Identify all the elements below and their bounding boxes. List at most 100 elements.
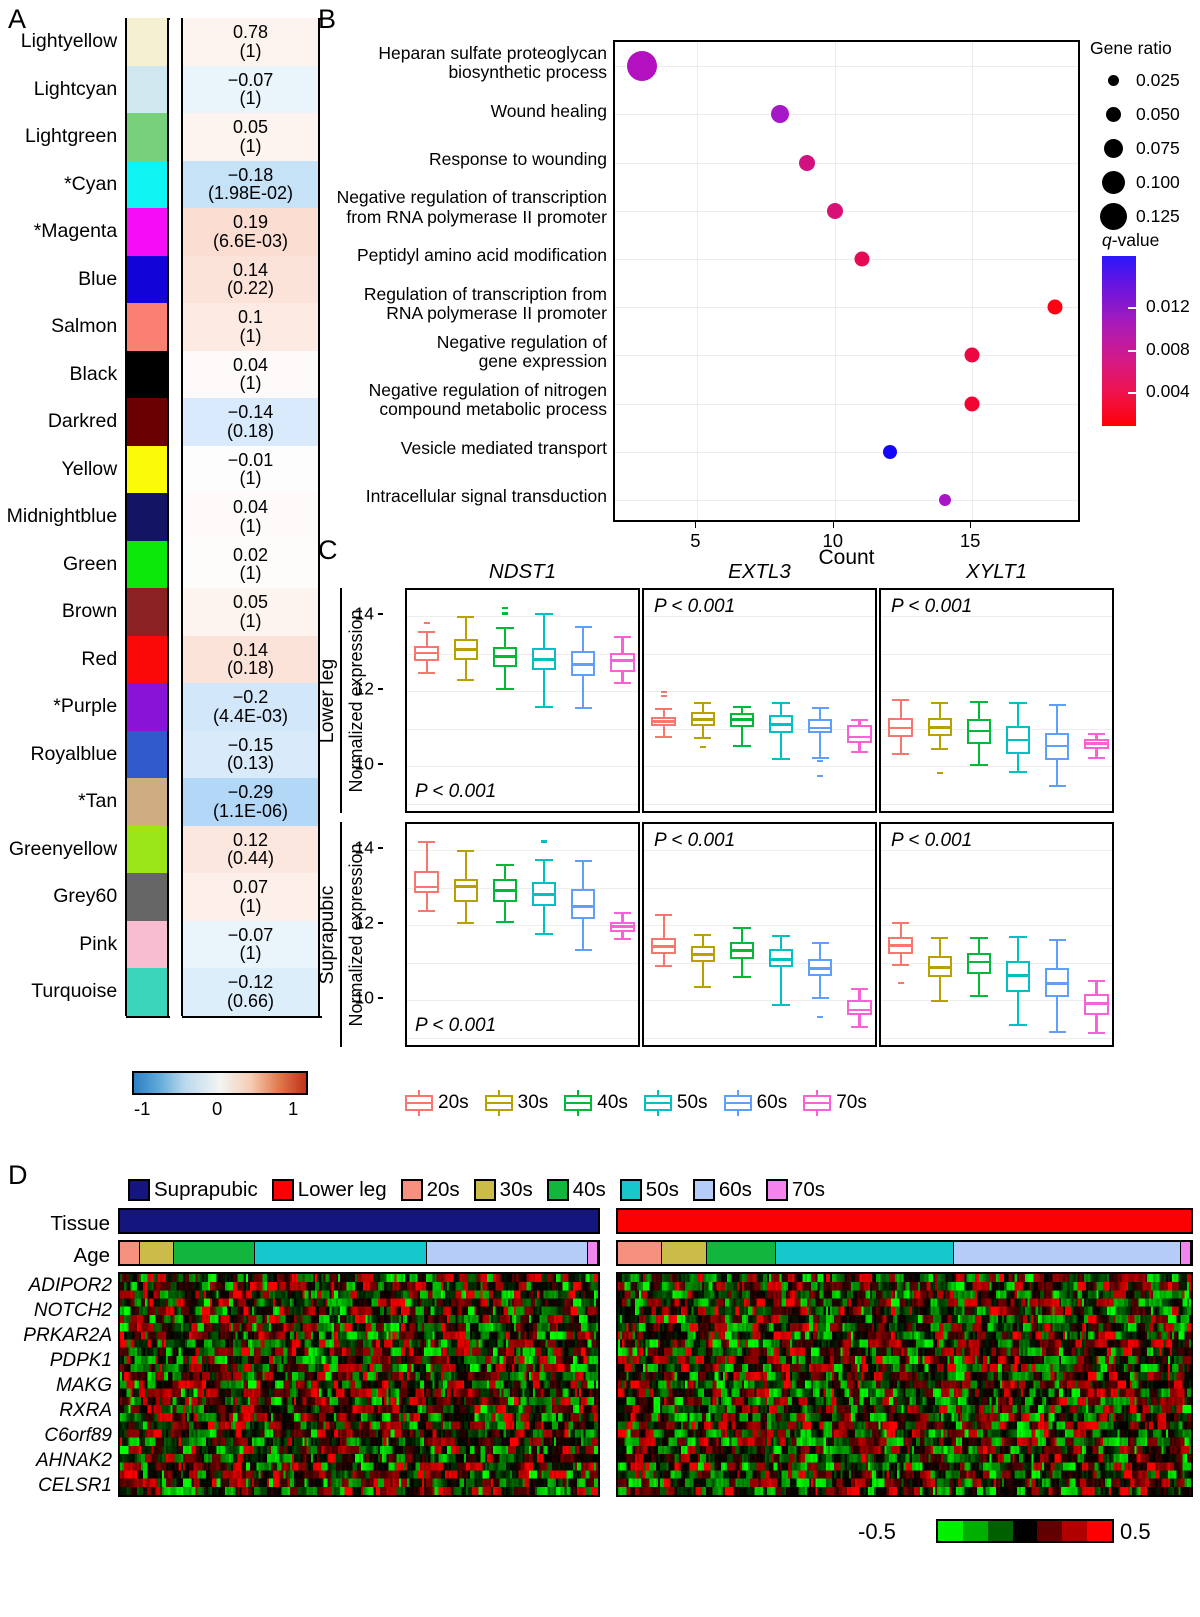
panel-a-row: *Purple −0.2 (4.4E-03) (0, 683, 321, 731)
scale-segment (1062, 1521, 1088, 1541)
go-term-dot[interactable] (770, 105, 789, 124)
legend-swatch (128, 1179, 150, 1201)
boxplot-group[interactable] (407, 590, 638, 811)
age-legend-item[interactable]: 50s (643, 1090, 708, 1116)
go-term-dot[interactable] (938, 493, 951, 506)
gene-ratio-legend-item: 0.125 (1090, 199, 1200, 233)
y-axis-line (340, 822, 342, 1047)
gene-row-label: PDPK1 (49, 1350, 112, 1371)
grid-line-horizontal (615, 114, 1078, 116)
go-term-dot[interactable] (964, 347, 980, 363)
whisker-cap-bottom (850, 1025, 869, 1028)
panel-a-row: *Cyan −0.18 (1.98E-02) (0, 160, 321, 208)
y-tick-mark (378, 613, 383, 616)
qvalue-legend-title: q-value (1102, 230, 1160, 250)
panel-b-plot-area (613, 40, 1080, 522)
age-legend-item[interactable]: 30s (484, 1090, 549, 1116)
p-value: (1) (239, 895, 262, 916)
age-legend-item[interactable]: 60s (723, 1090, 788, 1116)
p-value: (6.6E-03) (212, 230, 288, 251)
boxplot-group[interactable] (644, 590, 875, 811)
go-term-label: Response to wounding (428, 148, 607, 169)
gene-title: XYLT1 (965, 560, 1028, 583)
age-legend-label: 70s (836, 1092, 867, 1113)
go-term-dot[interactable] (1047, 299, 1063, 315)
legend-dot-wrap (1090, 106, 1136, 122)
whisker-cap-bottom (850, 751, 869, 754)
grid-line-vertical (834, 42, 836, 520)
go-term-dot[interactable] (964, 396, 980, 411)
correlation-value: 0.07 (232, 877, 268, 898)
age-segment (618, 1242, 663, 1264)
legend-box-glyph (723, 1090, 752, 1116)
grid-line-horizontal (615, 66, 1078, 68)
age-legend-label: 60s (756, 1092, 788, 1113)
heatmap-legend-item: Lower leg (271, 1178, 387, 1202)
legend-swatch (546, 1179, 569, 1201)
panel-a-scale-max: 1 (288, 1098, 299, 1119)
module-color-swatch (125, 113, 169, 161)
correlation-value: 0.1 (237, 307, 263, 328)
go-term-dot[interactable] (799, 154, 816, 171)
grid-line-horizontal (615, 499, 1078, 501)
module-color-swatch (125, 540, 169, 588)
legend-box-glyph (405, 1090, 433, 1116)
scale-segment (1087, 1521, 1113, 1541)
gene-row-label: MAKG (56, 1375, 112, 1396)
panel-a-row: Pink −0.07 (1) (0, 920, 321, 968)
correlation-value: −0.15 (227, 734, 274, 755)
p-value: (1.1E-06) (212, 800, 288, 821)
correlation-value: 0.12 (232, 829, 268, 850)
age-legend-item[interactable]: 40s (564, 1090, 628, 1116)
panel-a-swatch-border-bottom (126, 1015, 170, 1018)
age-segment (953, 1242, 1181, 1264)
box-rect (847, 725, 872, 743)
go-term-dot[interactable] (854, 251, 870, 267)
go-term-label: Heparan sulfate proteoglycan biosynthetic… (378, 42, 607, 83)
go-term-dot[interactable] (826, 202, 843, 219)
median-line (610, 925, 635, 929)
boxplot-group[interactable] (407, 824, 638, 1045)
module-name-label: Turquoise (31, 980, 118, 1003)
module-name-label: Black (69, 362, 118, 385)
whisker-cap-top (1087, 980, 1106, 983)
correlation-cell: 0.05 (1) (180, 113, 321, 161)
age-legend-label: 40s (597, 1092, 628, 1113)
boxplot-group[interactable] (644, 824, 875, 1045)
go-term-dot[interactable] (882, 444, 897, 459)
median-line (1084, 1001, 1109, 1005)
module-name-label: Blue (78, 267, 118, 290)
scale-segment (1012, 1521, 1038, 1541)
module-color-swatch (125, 825, 169, 873)
age-legend-item[interactable]: 70s (803, 1090, 867, 1116)
boxplot-facet: P < 0.001 (642, 588, 877, 813)
legend-swatch (400, 1179, 423, 1201)
p-value: (0.18) (226, 658, 274, 679)
y-axis-line (340, 588, 342, 813)
boxplot-group[interactable] (881, 590, 1112, 811)
age-bar (118, 1240, 600, 1266)
whisker-cap-top (850, 719, 869, 722)
tissue-bar (616, 1208, 1193, 1234)
p-value: (0.66) (226, 990, 274, 1011)
panel-a-row: *Tan −0.29 (1.1E-06) (0, 778, 321, 826)
go-term-dot[interactable] (627, 51, 658, 82)
p-value: (0.22) (226, 278, 274, 299)
module-name-label: *Cyan (64, 172, 118, 195)
p-value: (1) (239, 468, 262, 489)
expression-heatmap (616, 1272, 1193, 1497)
p-value: (1) (239, 943, 262, 964)
grid-line-horizontal (615, 355, 1078, 357)
boxplot-group[interactable] (881, 824, 1112, 1045)
gene-title: NDST1 (488, 560, 557, 583)
module-name-label: Salmon (51, 315, 118, 338)
age-legend-item[interactable]: 20s (405, 1090, 469, 1116)
qvalue-tick-mark (1128, 349, 1136, 352)
age-legend-label: 30s (517, 1092, 549, 1113)
panel-a-row: Greenyellow 0.12 (0.44) (0, 825, 321, 873)
module-name-label: Brown (61, 600, 118, 623)
legend-label: 50s (645, 1178, 679, 1201)
legend-swatch (619, 1179, 642, 1201)
module-name-label: Yellow (61, 457, 118, 480)
module-color-swatch (125, 968, 169, 1016)
